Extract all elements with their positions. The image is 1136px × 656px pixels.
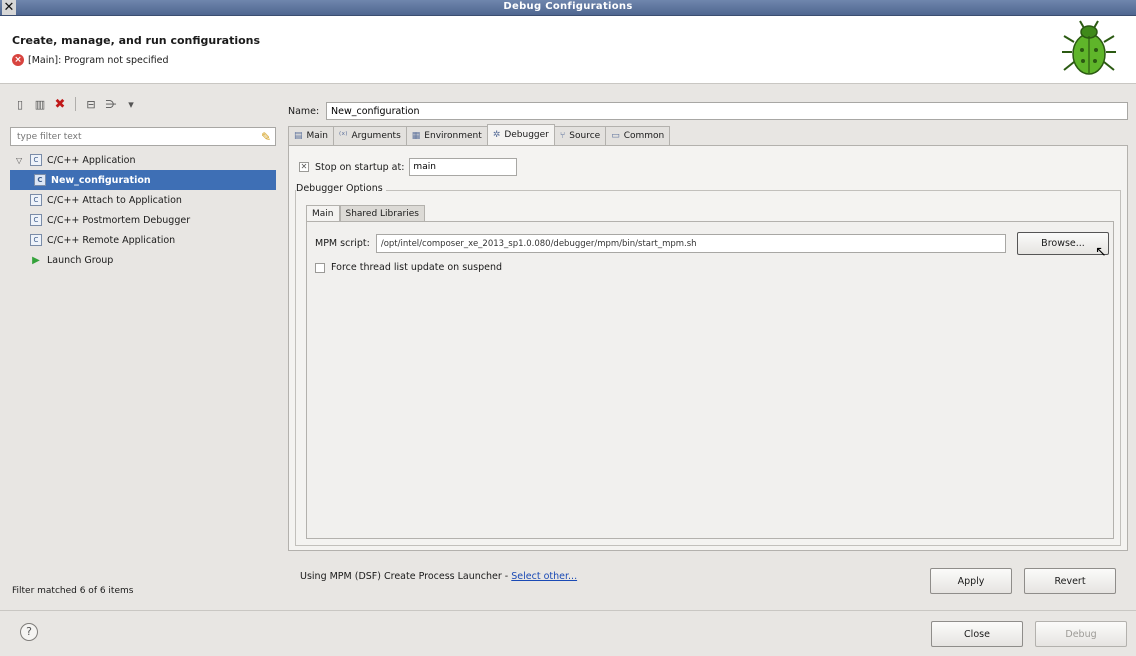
filter-status: Filter matched 6 of 6 items [12,586,134,596]
debugger-subtabs: Main Shared Libraries [306,205,425,222]
tab-label: Arguments [351,131,401,141]
window-title: Debug Configurations [503,1,633,12]
delete-icon[interactable]: ✖ [52,96,68,112]
force-thread-row: Force thread list update on suspend [315,262,502,273]
tab-debugger[interactable]: ✲ Debugger [486,124,555,145]
close-button[interactable]: Close [931,621,1023,647]
config-tabs: ▤ Main ⁽ˣ⁾ Arguments ▦ Environment ✲ Deb… [288,124,671,146]
tab-label: Main [306,131,329,141]
tab-environment[interactable]: ▦ Environment [405,126,488,145]
launch-group-icon: ▶ [32,254,40,266]
tree-item-label: Launch Group [47,254,114,266]
tree-item-cpp-application[interactable]: ▽ C C/C++ Application [10,150,276,170]
stop-on-startup-checkbox[interactable]: ✕ [299,162,309,172]
common-tab-icon: ▭ [611,131,620,141]
cpp-config-icon: C [34,174,46,186]
cpp-postmortem-icon: C [30,214,42,226]
header-title: Create, manage, and run configurations [12,34,261,47]
debugger-options-group: Debugger Options Main Shared Libraries M… [295,183,1121,546]
tree-item-cpp-remote[interactable]: C C/C++ Remote Application [10,230,276,250]
mpm-script-input[interactable] [375,234,1006,253]
name-row: Name: [288,102,1128,120]
tree-item-cpp-attach[interactable]: C C/C++ Attach to Application [10,190,276,210]
apply-button[interactable]: Apply [930,568,1012,594]
debug-configurations-window: ✕ Debug Configurations Create, manage, a… [0,0,1136,656]
subtab-main[interactable]: Main [306,205,340,222]
tree-item-launch-group[interactable]: ▶ Launch Group [10,250,276,270]
filter-field[interactable]: ✎ [10,127,276,146]
tab-source[interactable]: ⑂ Source [553,126,607,145]
main-tab-icon: ▤ [294,131,303,141]
tree-item-cpp-postmortem[interactable]: C C/C++ Postmortem Debugger [10,210,276,230]
left-toolbar: ▯ ▥ ✖ ⊟ ⋺ ▾ [8,92,278,116]
collapse-all-icon[interactable]: ⊟ [83,96,99,112]
tree-item-label: New_configuration [51,174,151,186]
configuration-tree: ▽ C C/C++ Application C New_configuratio… [10,150,276,270]
name-input[interactable] [326,102,1128,120]
debug-bug-icon [1062,20,1116,75]
launcher-text: Using MPM (DSF) Create Process Launcher … [300,571,512,582]
cpp-app-icon: C [30,154,42,166]
clear-filter-icon[interactable]: ✎ [261,130,271,144]
revert-button[interactable]: Revert [1024,568,1116,594]
source-tab-icon: ⑂ [559,131,566,141]
title-bar: ✕ Debug Configurations [0,0,1136,16]
expand-chevron-icon[interactable]: ▽ [16,156,26,165]
force-thread-checkbox[interactable] [315,262,325,273]
toolbar-separator [75,97,76,111]
tab-label: Source [569,131,601,141]
tab-arguments[interactable]: ⁽ˣ⁾ Arguments [333,126,407,145]
tab-label: Common [623,131,665,141]
tab-common[interactable]: ▭ Common [605,126,671,145]
dialog-button-bar: ? Close Debug [0,610,1136,656]
mpm-script-label: MPM script: [315,238,370,249]
debugger-tab-icon: ✲ [492,130,501,140]
stop-on-startup-input[interactable] [409,158,518,176]
debug-button[interactable]: Debug [1035,621,1127,647]
tree-item-label: C/C++ Attach to Application [47,194,182,206]
configuration-editor: Name: ▤ Main ⁽ˣ⁾ Arguments ▦ Environment… [288,98,1128,608]
mouse-cursor-icon: ↖ [1095,244,1107,260]
tab-main[interactable]: ▤ Main [288,126,335,145]
force-thread-label: Force thread list update on suspend [331,262,503,273]
cpp-remote-icon: C [30,234,42,246]
configuration-list-panel: ▯ ▥ ✖ ⊟ ⋺ ▾ ✎ ▽ C C/C++ Application C Ne… [8,92,280,608]
duplicate-icon[interactable]: ▥ [32,96,48,112]
tab-label: Debugger [504,130,549,140]
stop-on-startup-row: ✕ Stop on startup at: [299,158,518,176]
debugger-subpanel: MPM script: Browse... ↖ Force thread lis… [306,221,1114,539]
error-icon: × [12,54,24,66]
cpp-attach-icon: C [30,194,42,206]
tree-item-label: C/C++ Remote Application [47,234,176,246]
environment-tab-icon: ▦ [411,131,421,141]
arguments-tab-icon: ⁽ˣ⁾ [339,131,348,141]
new-config-icon[interactable]: ▯ [12,96,28,112]
filter-input[interactable] [15,130,245,143]
header-message: × [Main]: Program not specified [12,54,169,66]
tab-label: Environment [424,131,482,141]
header-message-text: [Main]: Program not specified [28,54,169,66]
debugger-tab-panel: ✕ Stop on startup at: Debugger Options M… [288,145,1128,551]
launcher-info: Using MPM (DSF) Create Process Launcher … [300,571,577,582]
name-label: Name: [288,105,320,117]
help-icon[interactable]: ? [20,623,38,641]
view-menu-icon[interactable]: ▾ [123,96,139,112]
dialog-header: Create, manage, and run configurations ×… [0,16,1136,84]
filter-icon[interactable]: ⋺ [103,96,119,112]
tree-item-label: C/C++ Postmortem Debugger [47,214,191,226]
mpm-script-row: MPM script: [315,234,1006,253]
stop-on-startup-label: Stop on startup at: [315,161,405,173]
debugger-options-label: Debugger Options [296,183,386,194]
subtab-shared-libraries[interactable]: Shared Libraries [339,205,425,222]
select-other-link[interactable]: Select other... [511,571,577,582]
tree-item-new-configuration[interactable]: C New_configuration [10,170,276,190]
tree-item-label: C/C++ Application [47,154,136,166]
